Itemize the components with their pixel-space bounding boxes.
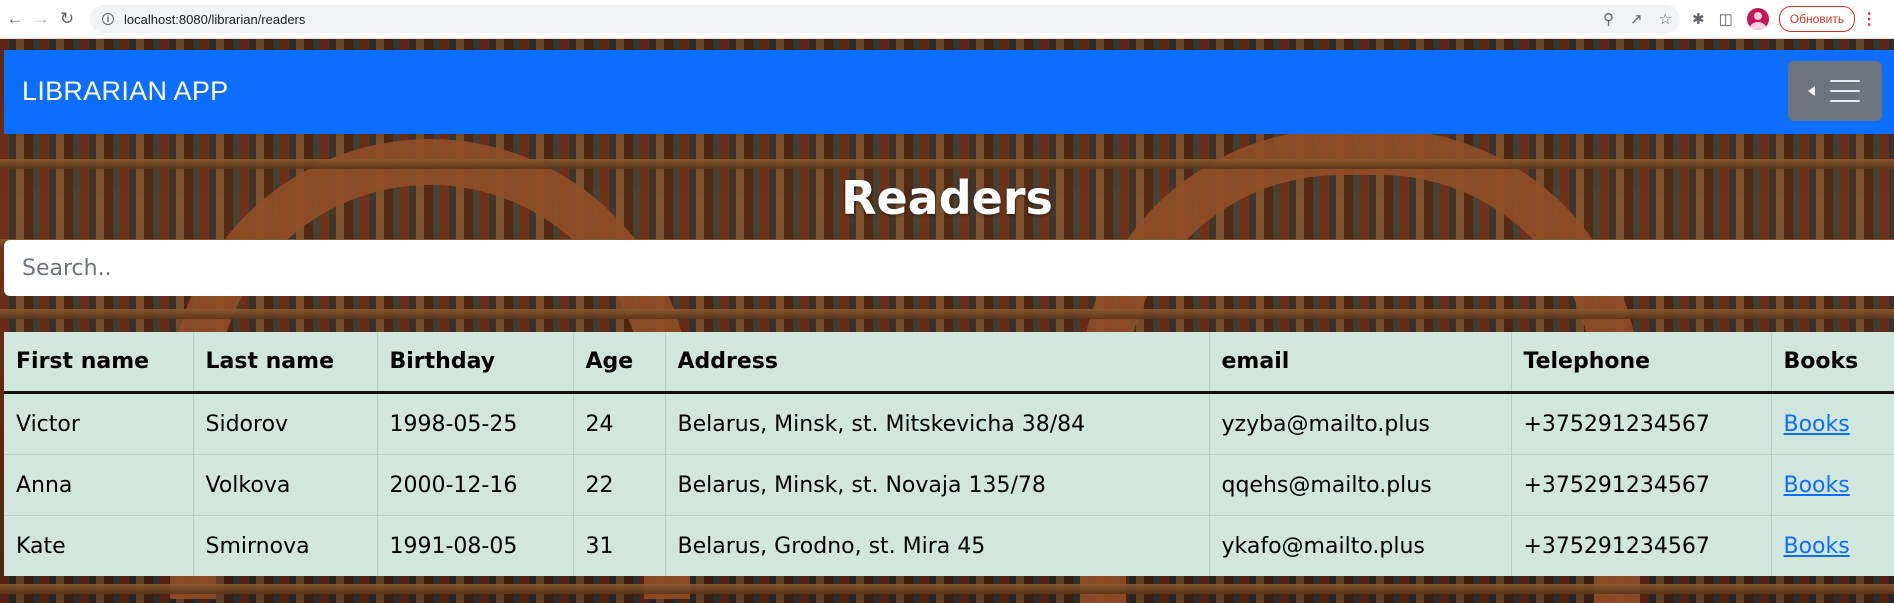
zoom-icon[interactable]: ⚲ <box>1603 10 1614 28</box>
cell-first-name: Kate <box>4 515 194 576</box>
column-header-books: Books <box>1771 332 1894 394</box>
background-shelf <box>0 584 1894 594</box>
books-link[interactable]: Books <box>1784 473 1850 498</box>
readers-table-container: First name Last name Birthday Age Addres… <box>4 332 1894 576</box>
star-icon[interactable]: ☆ <box>1659 10 1672 28</box>
navbar-toggler-button[interactable] <box>1788 61 1882 121</box>
cell-books: Books <box>1771 392 1894 455</box>
cell-first-name: Anna <box>4 454 194 516</box>
caret-left-icon <box>1808 86 1815 96</box>
background-shelf <box>0 159 1894 169</box>
table-row: Kate Smirnova 1991-08-05 31 Belarus, Gro… <box>4 515 1894 576</box>
books-link[interactable]: Books <box>1784 412 1850 437</box>
menu-icon <box>1830 80 1860 110</box>
cell-age: 31 <box>573 515 666 576</box>
cell-first-name: Victor <box>4 392 194 455</box>
page-background: LIBRARIAN APP Readers First name Last na… <box>0 39 1894 603</box>
cell-age: 24 <box>573 392 666 455</box>
table-header-row: First name Last name Birthday Age Addres… <box>4 332 1894 394</box>
navbar: LIBRARIAN APP <box>4 50 1894 134</box>
cell-age: 22 <box>573 454 666 516</box>
reload-icon[interactable]: ↻ <box>54 6 80 32</box>
cell-address: Belarus, Minsk, st. Novaja 135/78 <box>665 454 1210 516</box>
forward-arrow-icon[interactable]: → <box>28 6 54 32</box>
cell-telephone: +375291234567 <box>1511 454 1772 516</box>
navbar-brand[interactable]: LIBRARIAN APP <box>22 76 228 107</box>
sidebar-icon[interactable]: ◫ <box>1719 10 1733 28</box>
more-menu-icon[interactable]: ⋮ <box>1861 9 1877 29</box>
table-row: Anna Volkova 2000-12-16 22 Belarus, Mins… <box>4 454 1894 516</box>
books-link[interactable]: Books <box>1784 534 1850 559</box>
column-header-telephone: Telephone <box>1511 332 1772 394</box>
browser-toolbar: ← → ↻ i localhost:8080/librarian/readers… <box>0 0 1894 39</box>
cell-email: ykafo@mailto.plus <box>1209 515 1512 576</box>
cell-birthday: 1991-08-05 <box>377 515 574 576</box>
cell-last-name: Volkova <box>193 454 378 516</box>
search-input[interactable] <box>4 240 1894 296</box>
extensions-icon[interactable]: ✱ <box>1692 10 1705 28</box>
cell-telephone: +375291234567 <box>1511 392 1772 455</box>
cell-birthday: 2000-12-16 <box>377 454 574 516</box>
readers-table: First name Last name Birthday Age Addres… <box>4 332 1894 576</box>
cell-email: yzyba@mailto.plus <box>1209 392 1512 455</box>
cell-email: qqehs@mailto.plus <box>1209 454 1512 516</box>
column-header-birthday: Birthday <box>377 332 574 394</box>
info-icon[interactable]: i <box>102 13 114 25</box>
cell-books: Books <box>1771 515 1894 576</box>
back-arrow-icon[interactable]: ← <box>2 6 28 32</box>
page-title: Readers <box>841 171 1053 225</box>
column-header-email: email <box>1209 332 1512 394</box>
profile-avatar[interactable] <box>1746 8 1769 30</box>
cell-birthday: 1998-05-25 <box>377 392 574 455</box>
address-bar[interactable]: i localhost:8080/librarian/readers ⚲ ↗ ☆ <box>90 5 1680 33</box>
cell-address: Belarus, Minsk, st. Mitskevicha 38/84 <box>665 392 1210 455</box>
column-header-first-name: First name <box>4 332 194 394</box>
column-header-last-name: Last name <box>193 332 378 394</box>
url-text[interactable]: localhost:8080/librarian/readers <box>124 12 305 27</box>
background-shelf <box>0 309 1894 319</box>
column-header-age: Age <box>573 332 666 394</box>
cell-telephone: +375291234567 <box>1511 515 1772 576</box>
share-icon[interactable]: ↗ <box>1630 10 1643 28</box>
update-button[interactable]: Обновить <box>1778 6 1856 32</box>
cell-last-name: Sidorov <box>193 392 378 455</box>
cell-last-name: Smirnova <box>193 515 378 576</box>
cell-address: Belarus, Grodno, st. Mira 45 <box>665 515 1210 576</box>
table-row: Victor Sidorov 1998-05-25 24 Belarus, Mi… <box>4 392 1894 455</box>
cell-books: Books <box>1771 454 1894 516</box>
column-header-address: Address <box>665 332 1210 394</box>
